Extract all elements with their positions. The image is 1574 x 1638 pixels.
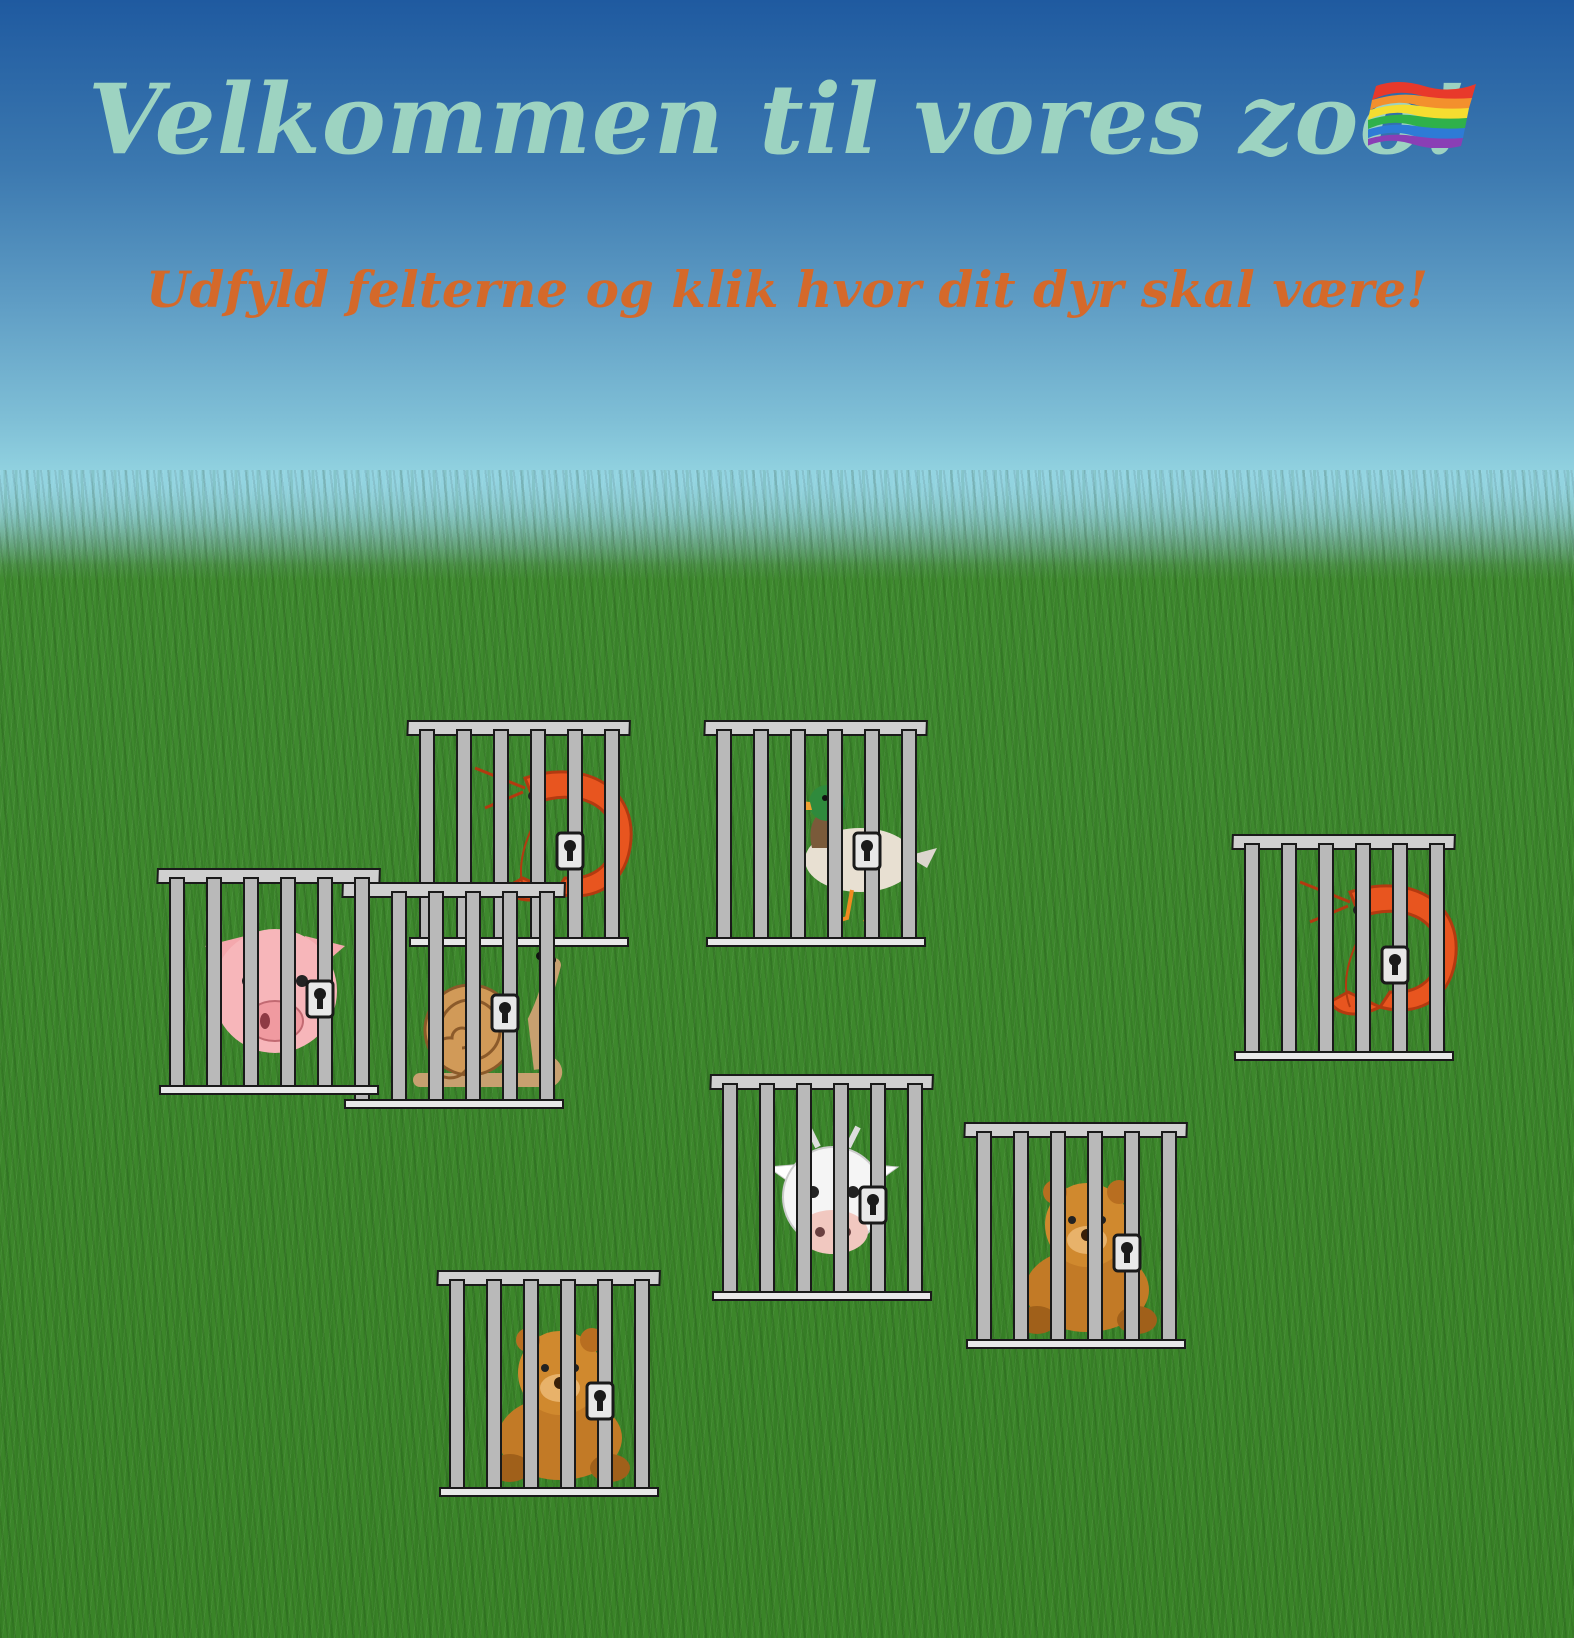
cage-shrimp-2[interactable] — [1230, 832, 1470, 1072]
cage-pig[interactable] — [155, 866, 395, 1106]
lock-icon — [305, 979, 335, 1019]
cage-bear-2[interactable] — [435, 1268, 675, 1508]
page-title: Velkommen til vores zoo! — [88, 63, 1468, 176]
cage-graphic — [703, 720, 937, 947]
lock-icon — [1380, 945, 1410, 985]
zoo-scene: Velkommen til vores zoo! Udfyld felterne… — [0, 0, 1574, 1638]
cage-graphic — [436, 1270, 661, 1497]
cage-duck[interactable] — [702, 718, 942, 958]
lock-icon — [852, 831, 882, 871]
cage-graphic — [963, 1122, 1188, 1349]
page-subtitle: Udfyld felterne og klik hvor dit dyr ska… — [145, 260, 1429, 319]
cage-graphic — [156, 868, 381, 1095]
lock-icon — [1112, 1233, 1142, 1273]
cage-graphic — [1231, 834, 1458, 1061]
rainbow-flag-icon — [1368, 82, 1476, 148]
lock-icon — [858, 1185, 888, 1225]
cage-graphic — [709, 1074, 934, 1301]
cage-cow[interactable] — [708, 1072, 948, 1312]
cage-bars — [1231, 834, 1456, 1061]
cage-bear-1[interactable] — [962, 1120, 1202, 1360]
lock-icon — [490, 993, 520, 1033]
lock-icon — [555, 831, 585, 871]
lock-icon — [585, 1381, 615, 1421]
